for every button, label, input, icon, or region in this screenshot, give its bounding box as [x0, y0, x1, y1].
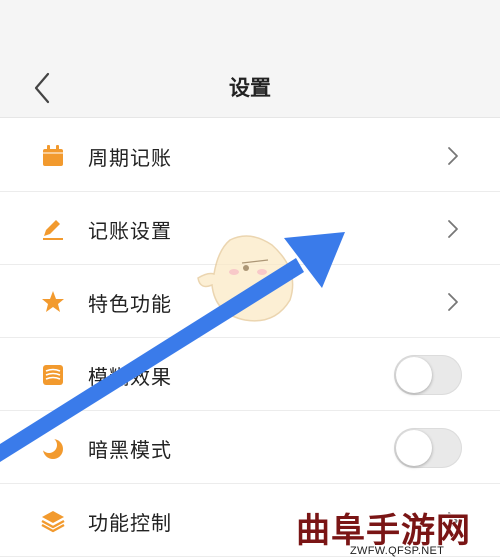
layers-blur-icon [43, 365, 63, 385]
settings-item-dark-mode[interactable]: 暗黑模式 [0, 411, 500, 484]
toggle-knob [396, 357, 432, 393]
settings-item-label: 周期记账 [88, 146, 172, 170]
blur-effect-toggle[interactable] [394, 355, 462, 395]
calendar-icon [43, 145, 63, 166]
settings-item-label: 记账设置 [88, 219, 172, 243]
pen-icon [43, 220, 63, 240]
stack-icon [41, 511, 65, 533]
settings-item-label: 模糊效果 [88, 365, 172, 389]
settings-list: 周期记账 记账设置 特色功能 模糊效果 暗黑模式 功能控制 [0, 119, 500, 557]
watermark-url: ZWFW.QFSP.NET [350, 545, 445, 557]
settings-item-label: 功能控制 [88, 511, 172, 535]
settings-item-featured-functions[interactable]: 特色功能 [0, 265, 500, 338]
settings-item-label: 暗黑模式 [88, 438, 172, 462]
page-title: 设置 [229, 76, 271, 100]
settings-item-label: 特色功能 [88, 292, 172, 316]
header: 设置 [0, 0, 500, 118]
settings-item-blur-effect[interactable]: 模糊效果 [0, 338, 500, 411]
toggle-knob [396, 430, 432, 466]
settings-item-bookkeeping-settings[interactable]: 记账设置 [0, 192, 500, 265]
chevron-right-icon [448, 147, 458, 165]
chevron-right-icon [448, 220, 458, 238]
chevron-right-icon [448, 293, 458, 311]
settings-item-periodic-bookkeeping[interactable]: 周期记账 [0, 119, 500, 192]
star-icon [42, 291, 64, 312]
moon-icon [41, 437, 63, 459]
dark-mode-toggle[interactable] [394, 428, 462, 468]
